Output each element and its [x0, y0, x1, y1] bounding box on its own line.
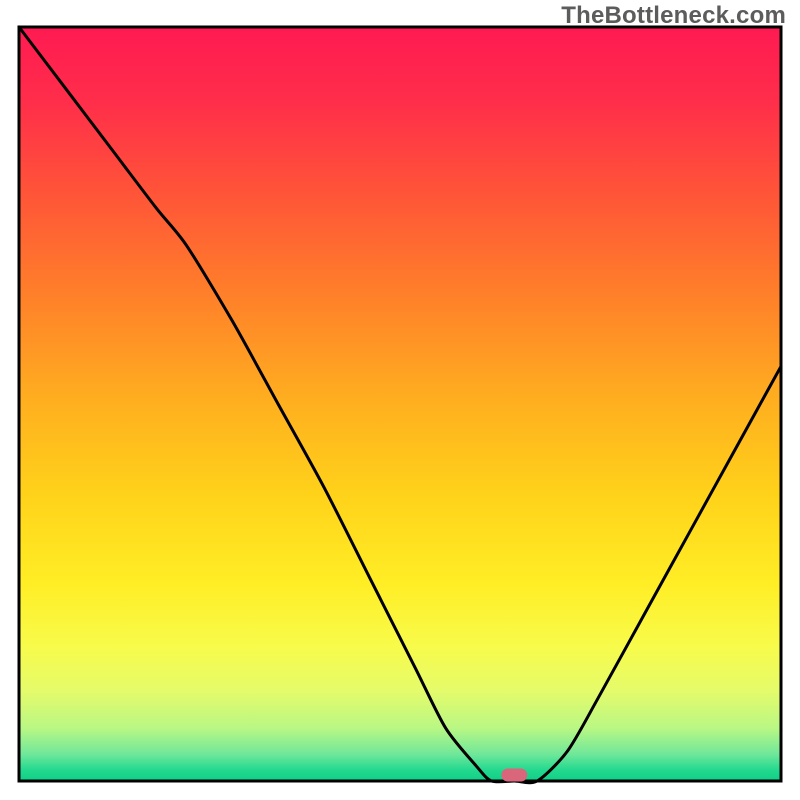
watermark-text: TheBottleneck.com — [561, 2, 786, 30]
bottleneck-chart: TheBottleneck.com — [0, 0, 800, 800]
optimal-point-marker — [501, 768, 527, 781]
plot-background — [19, 27, 781, 781]
chart-svg — [0, 0, 800, 800]
